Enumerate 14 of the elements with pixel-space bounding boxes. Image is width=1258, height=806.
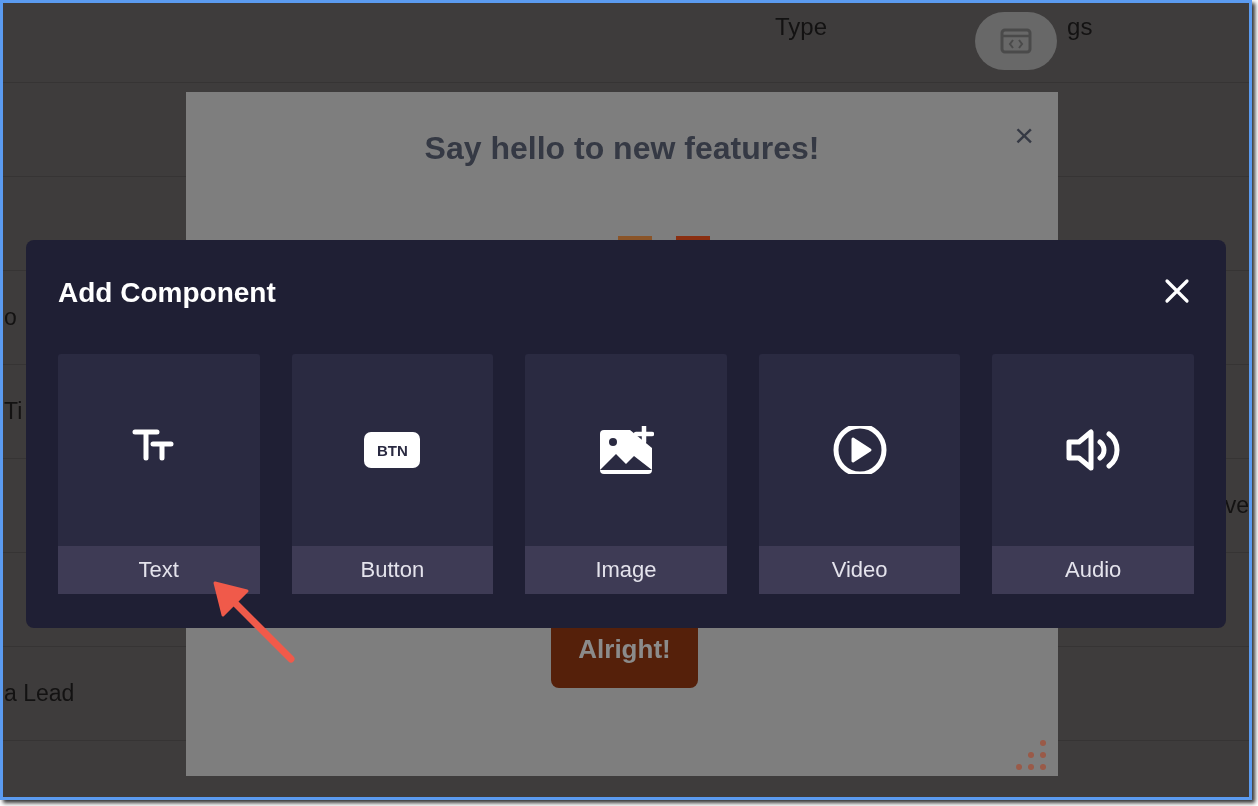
close-icon	[1164, 278, 1190, 304]
close-button[interactable]	[1164, 278, 1190, 304]
play-icon	[831, 425, 888, 474]
resize-handle-icon[interactable]	[1014, 740, 1048, 770]
component-tile[interactable]: Image	[525, 353, 727, 594]
icon-label: BTN	[377, 442, 408, 458]
dialog-title: Add Component	[58, 278, 276, 309]
component-tile[interactable]: Audio	[992, 353, 1194, 594]
component-tile[interactable]: BTN Button	[291, 353, 494, 594]
component-tile[interactable]: Text	[58, 353, 260, 594]
modal-title: Say hello to new features!	[424, 129, 820, 168]
image-add-icon	[598, 425, 654, 474]
code-icon	[1000, 28, 1032, 54]
component-tile[interactable]: Video	[758, 353, 961, 594]
